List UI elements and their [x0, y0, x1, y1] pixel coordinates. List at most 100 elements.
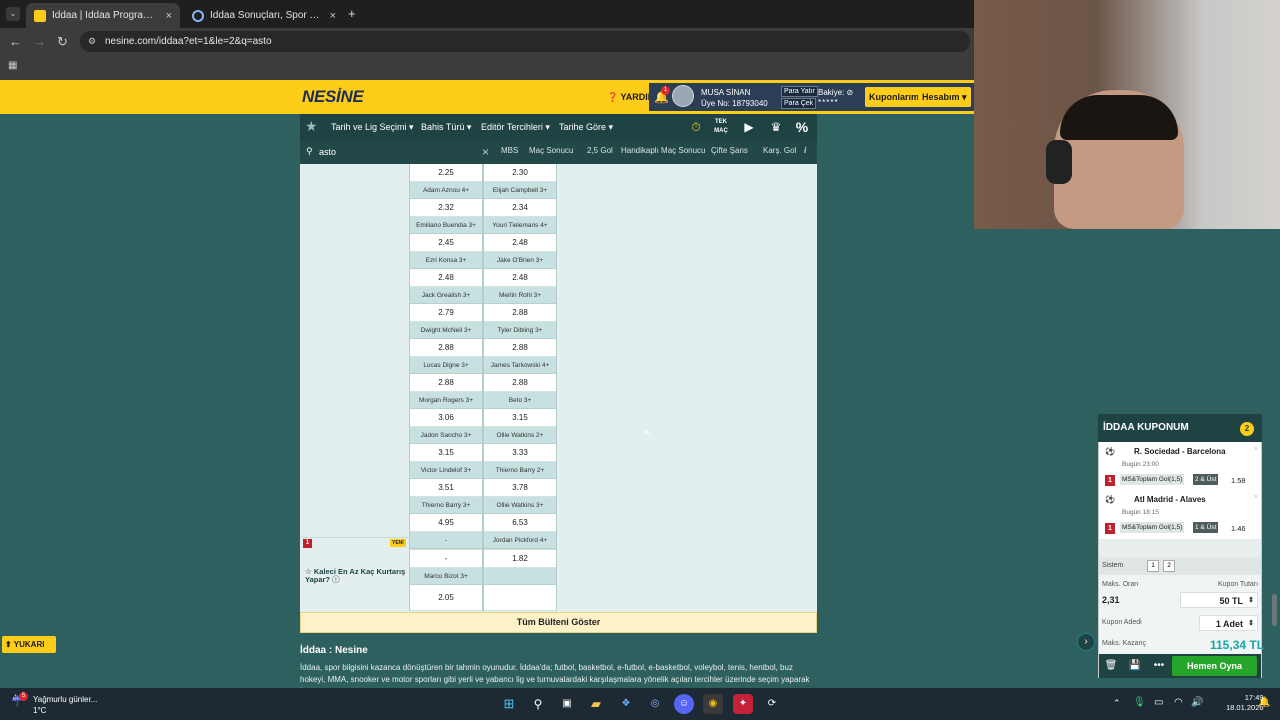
- odd-button[interactable]: 3.15: [410, 444, 482, 462]
- tek-mac-icon[interactable]: TEK MAÇ: [712, 118, 730, 136]
- nav-tarihe-gore[interactable]: Tarihe Göre ▾: [559, 122, 613, 133]
- weather-widget[interactable]: Yağmurlu günler... 1°C: [33, 694, 97, 716]
- url-field[interactable]: ⚙ nesine.com/iddaa?et=1&le=2&q=asto: [80, 31, 970, 52]
- col-mac-sonucu[interactable]: Maç Sonucu: [529, 146, 573, 155]
- nav-bahis-turu[interactable]: Bahis Türü ▾: [421, 122, 471, 133]
- odd-button[interactable]: 2.48: [484, 269, 556, 287]
- col-handikapli[interactable]: Handikaplı Maç Sonucu: [621, 146, 706, 155]
- nesine-logo[interactable]: NESİNE: [302, 87, 364, 107]
- odd-button[interactable]: 2.88: [484, 304, 556, 322]
- app-icon-blue[interactable]: ❖: [616, 694, 636, 714]
- site-info-icon[interactable]: ⚙: [88, 31, 96, 52]
- tum-bulteni-goster-button[interactable]: Tüm Bülteni Göster: [300, 612, 817, 633]
- kupon-tutari-input[interactable]: 50 TL ⇕: [1180, 592, 1258, 608]
- back-icon[interactable]: ←: [9, 34, 22, 49]
- tray-chevron-icon[interactable]: ⌃: [1113, 698, 1121, 709]
- scroll-top-button[interactable]: ⬆ YUKARI: [2, 636, 56, 653]
- scrollbar[interactable]: [1272, 594, 1277, 626]
- close-tab-icon[interactable]: ×: [330, 10, 336, 22]
- tab-search-button[interactable]: ⌄: [6, 7, 20, 21]
- hemen-oyna-button[interactable]: Hemen Oyna: [1172, 656, 1257, 676]
- nav-tarih-lig[interactable]: Tarih ve Lig Seçimi ▾: [331, 122, 414, 133]
- odd-button[interactable]: 1.82: [484, 550, 556, 568]
- col-mbs[interactable]: MBS: [501, 146, 518, 155]
- wifi-icon[interactable]: ◠: [1174, 697, 1183, 708]
- chevron-right-icon[interactable]: ›: [1077, 633, 1095, 651]
- help-link[interactable]: ❓ YARDIM: [607, 92, 655, 103]
- hesabim-button[interactable]: Hesabım ▾: [918, 87, 971, 107]
- forward-icon[interactable]: →: [33, 34, 46, 49]
- odd-button[interactable]: 2.88: [410, 374, 482, 392]
- bet-slip-title[interactable]: İDDAA KUPONUM: [1098, 414, 1262, 442]
- para-cek-button[interactable]: Para Çek: [781, 98, 817, 109]
- favorite-star-icon[interactable]: ★: [305, 118, 318, 135]
- notification-bell-icon[interactable]: 🔔: [1258, 697, 1270, 708]
- sistem-option[interactable]: 2: [1163, 560, 1175, 572]
- info-circle-icon[interactable]: ⓘ: [332, 575, 340, 584]
- volume-icon[interactable]: 🔊: [1191, 697, 1203, 708]
- odd-button[interactable]: 3.51: [410, 479, 482, 497]
- file-explorer-icon[interactable]: ▰: [586, 694, 606, 714]
- remove-bet-icon[interactable]: ×: [1254, 494, 1258, 501]
- trash-icon[interactable]: 🗑: [1102, 658, 1120, 674]
- remove-bet-icon[interactable]: ×: [1254, 446, 1258, 453]
- odd-button[interactable]: 3.33: [484, 444, 556, 462]
- odd-button[interactable]: [484, 585, 556, 611]
- mic-icon[interactable]: 🎙: [1133, 697, 1146, 708]
- sistem-option[interactable]: 1: [1147, 560, 1159, 572]
- search-input[interactable]: asto: [319, 147, 336, 157]
- windows-start-icon[interactable]: ⊞: [499, 694, 519, 714]
- odd-button[interactable]: 4.95: [410, 514, 482, 532]
- odd-button[interactable]: 2.88: [410, 339, 482, 357]
- odd-button[interactable]: 2.48: [484, 234, 556, 252]
- para-yatir-button[interactable]: Para Yatır: [781, 86, 818, 97]
- tab-iddaa-sonuclari[interactable]: İddaa Sonuçları, Spor Toto Süper Lig ×: [184, 3, 344, 28]
- percent-icon[interactable]: %: [793, 118, 811, 136]
- app-icon-red[interactable]: ✦: [733, 694, 753, 714]
- chrome-icon[interactable]: ◉: [703, 694, 723, 714]
- discord-icon[interactable]: ☺: [674, 694, 694, 714]
- crown-icon[interactable]: ♛: [767, 118, 785, 136]
- stepper-icon[interactable]: ⇕: [1248, 593, 1254, 609]
- odd-button[interactable]: 2.34: [484, 199, 556, 217]
- odd-button[interactable]: 2.88: [484, 339, 556, 357]
- col-cifte-sans[interactable]: Çifte Şans: [711, 146, 748, 155]
- odd-button[interactable]: 2.32: [410, 199, 482, 217]
- play-icon[interactable]: ▶: [740, 118, 758, 136]
- reload-icon[interactable]: ↻: [57, 34, 68, 50]
- task-view-icon[interactable]: ▣: [557, 694, 577, 714]
- odd-button[interactable]: 2.48: [410, 269, 482, 287]
- nav-editor-tercihleri[interactable]: Editör Tercihleri ▾: [481, 122, 550, 133]
- more-icon[interactable]: •••: [1150, 658, 1168, 674]
- save-icon[interactable]: 💾: [1126, 658, 1144, 674]
- info-icon[interactable]: i: [804, 146, 806, 155]
- close-tab-icon[interactable]: ×: [166, 10, 172, 22]
- eye-hidden-icon[interactable]: ⊘: [846, 88, 853, 97]
- col-2-5-gol[interactable]: 2,5 Gol: [587, 146, 613, 155]
- odd-button[interactable]: 6.53: [484, 514, 556, 532]
- apps-grid-icon[interactable]: ▦: [8, 60, 17, 71]
- odd-button[interactable]: 2.45: [410, 234, 482, 252]
- live-timer-icon[interactable]: ⏱: [687, 118, 705, 136]
- new-tab-button[interactable]: +: [348, 6, 356, 21]
- odd-button[interactable]: 2.05: [410, 585, 482, 611]
- avatar[interactable]: [672, 85, 694, 107]
- odd-button[interactable]: 2.30: [484, 164, 556, 182]
- search-icon[interactable]: ⚲: [528, 694, 548, 714]
- kuponlarim-button[interactable]: Kuponlarım: [865, 87, 924, 107]
- odd-button[interactable]: 2.25: [410, 164, 482, 182]
- col-kars-gol[interactable]: Karş. Gol: [763, 146, 796, 155]
- tab-iddaa[interactable]: İddaa | İddaa Programı | Canlı İddaa ×: [26, 3, 180, 28]
- odd-button[interactable]: 2.79: [410, 304, 482, 322]
- odd-button[interactable]: 3.06: [410, 409, 482, 427]
- odd-button[interactable]: 3.78: [484, 479, 556, 497]
- odd-button[interactable]: 2.88: [484, 374, 556, 392]
- kupon-adedi-select[interactable]: 1 Adet ⇕: [1199, 615, 1258, 631]
- odd-button[interactable]: 3.15: [484, 409, 556, 427]
- tray-app-icon[interactable]: ▭: [1154, 697, 1163, 708]
- odd-button[interactable]: -: [410, 550, 482, 568]
- clear-search-icon[interactable]: ×: [482, 145, 489, 159]
- app-icon-update[interactable]: ⟳: [762, 694, 782, 714]
- app-icon-ring[interactable]: ◎: [645, 694, 665, 714]
- stepper-icon[interactable]: ⇕: [1248, 616, 1254, 632]
